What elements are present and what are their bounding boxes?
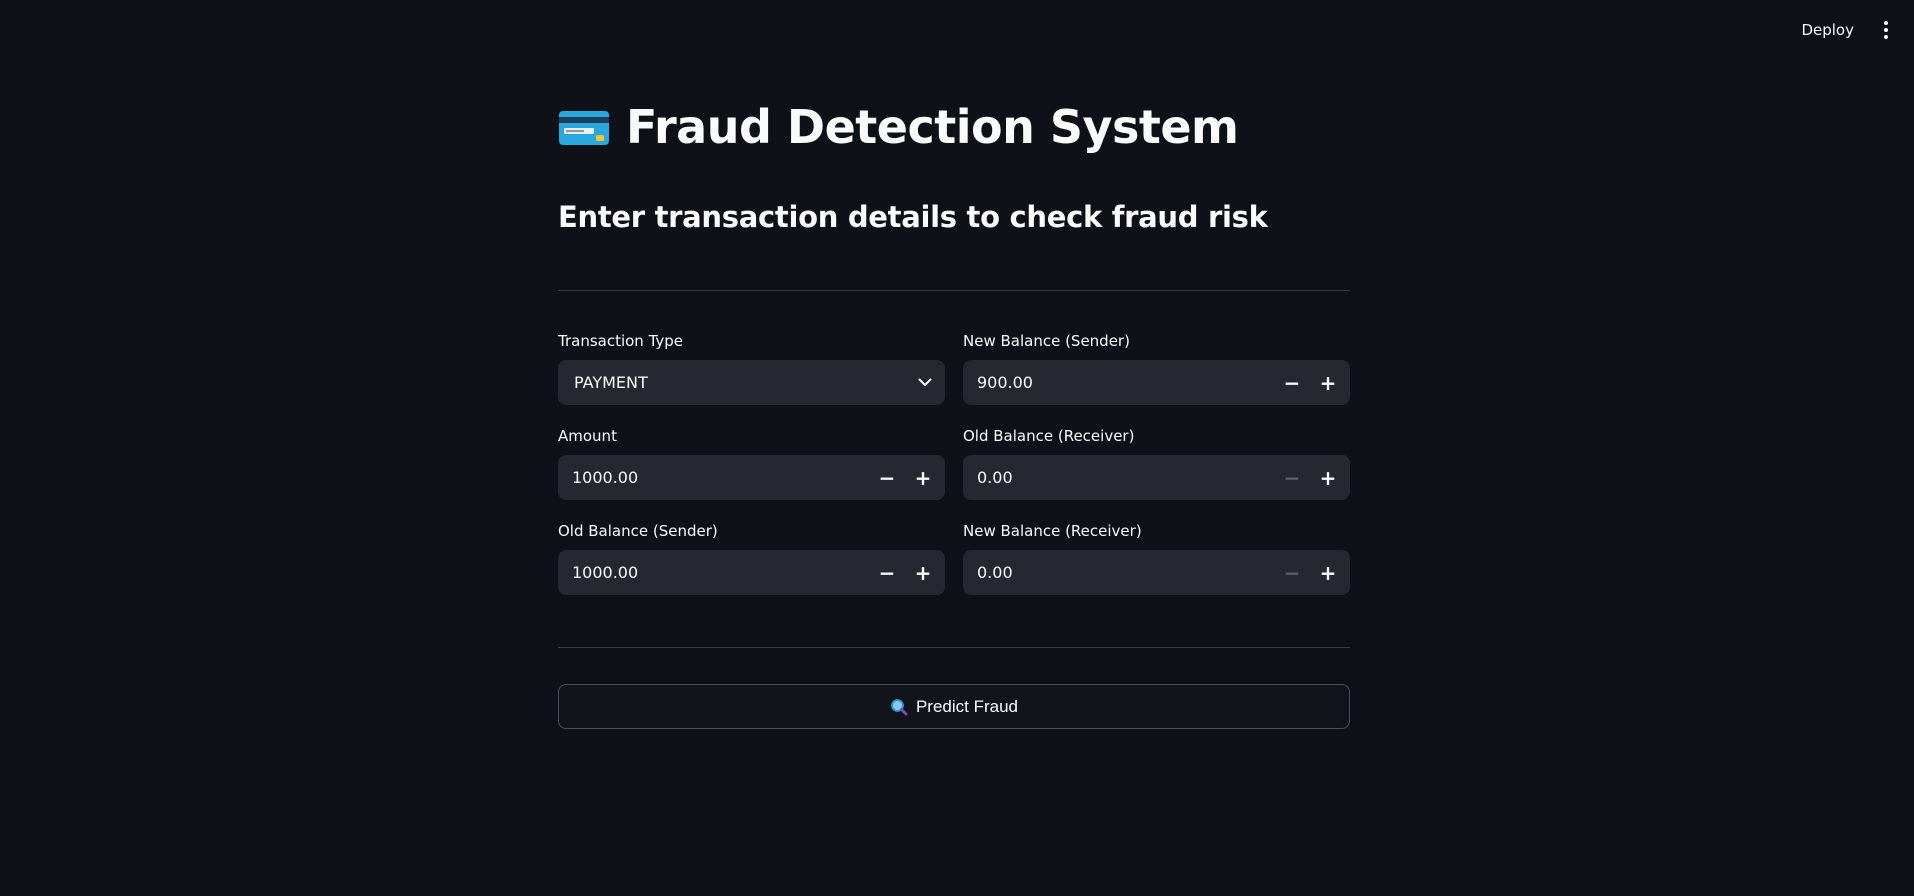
- old-balance-sender-label: Old Balance (Sender): [558, 522, 718, 540]
- top-toolbar: Deploy: [1791, 0, 1914, 60]
- decrement-button[interactable]: −: [869, 550, 905, 595]
- transaction-type-value: PAYMENT: [574, 373, 648, 392]
- kebab-menu-icon[interactable]: [1872, 16, 1900, 44]
- increment-button[interactable]: +: [1310, 550, 1346, 595]
- amount-box: − +: [558, 455, 945, 500]
- divider: [558, 647, 1350, 648]
- new-balance-sender-input[interactable]: [963, 360, 1274, 405]
- increment-button[interactable]: +: [1310, 360, 1346, 405]
- new-balance-receiver-label: New Balance (Receiver): [963, 522, 1142, 540]
- transaction-type-field: Transaction Type PAYMENT: [558, 330, 945, 425]
- new-balance-sender-box: − +: [963, 360, 1350, 405]
- magnifying-glass-icon: [890, 698, 908, 716]
- new-balance-sender-field: New Balance (Sender) − +: [963, 330, 1350, 425]
- title-row: Fraud Detection System: [558, 100, 1239, 154]
- deploy-button[interactable]: Deploy: [1791, 15, 1864, 45]
- old-balance-sender-field: Old Balance (Sender) − +: [558, 520, 945, 615]
- new-balance-receiver-box: − +: [963, 550, 1350, 595]
- page-subtitle: Enter transaction details to check fraud…: [558, 200, 1268, 234]
- amount-label: Amount: [558, 427, 617, 445]
- old-balance-receiver-label: Old Balance (Receiver): [963, 427, 1135, 445]
- amount-field: Amount − +: [558, 425, 945, 520]
- new-balance-sender-label: New Balance (Sender): [963, 332, 1130, 350]
- old-balance-receiver-box: − +: [963, 455, 1350, 500]
- old-balance-receiver-input[interactable]: [963, 455, 1274, 500]
- increment-button[interactable]: +: [905, 550, 941, 595]
- decrement-button[interactable]: −: [869, 455, 905, 500]
- amount-input[interactable]: [558, 455, 869, 500]
- transaction-type-select[interactable]: PAYMENT: [558, 360, 945, 405]
- decrement-button[interactable]: −: [1274, 550, 1310, 595]
- old-balance-sender-box: − +: [558, 550, 945, 595]
- increment-button[interactable]: +: [905, 455, 941, 500]
- page-title: Fraud Detection System: [626, 100, 1239, 154]
- predict-fraud-label: Predict Fraud: [915, 696, 1019, 716]
- divider: [558, 290, 1350, 291]
- increment-button[interactable]: +: [1310, 455, 1346, 500]
- old-balance-sender-input[interactable]: [558, 550, 869, 595]
- transaction-form: Transaction Type PAYMENT New Balance (Se…: [558, 330, 1350, 615]
- new-balance-receiver-field: New Balance (Receiver) − +: [963, 520, 1350, 615]
- predict-fraud-button[interactable]: Predict Fraud: [558, 684, 1350, 729]
- credit-card-icon: [558, 107, 610, 147]
- decrement-button[interactable]: −: [1274, 455, 1310, 500]
- old-balance-receiver-field: Old Balance (Receiver) − +: [963, 425, 1350, 520]
- chevron-down-icon[interactable]: [905, 378, 945, 387]
- decrement-button[interactable]: −: [1274, 360, 1310, 405]
- transaction-type-label: Transaction Type: [558, 332, 684, 350]
- new-balance-receiver-input[interactable]: [963, 550, 1274, 595]
